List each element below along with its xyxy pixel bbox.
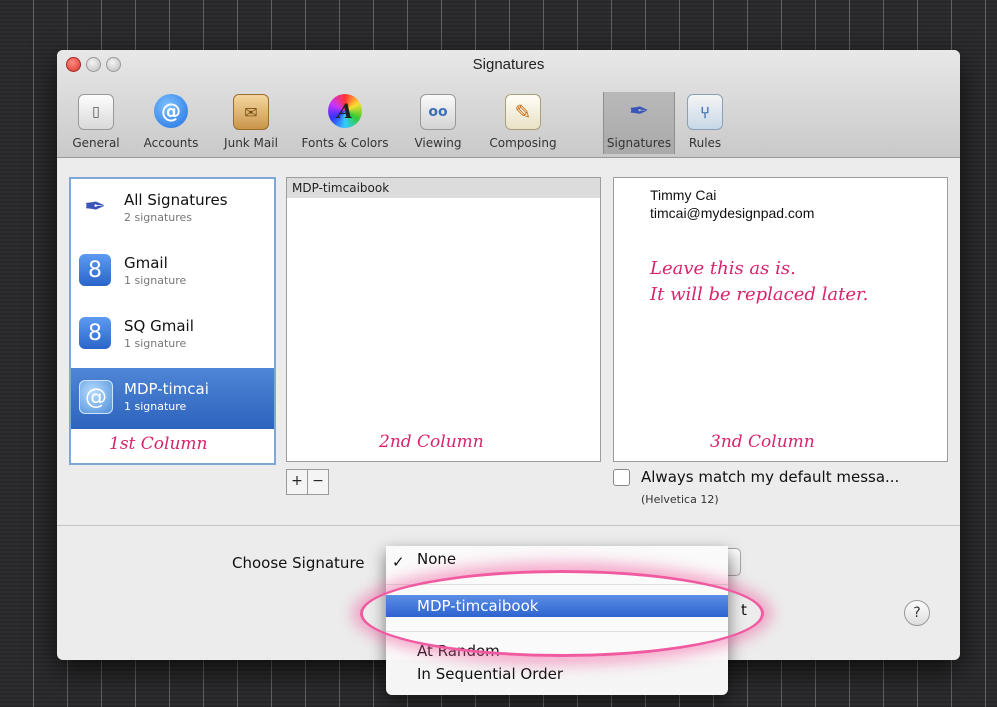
accounts-list[interactable]: ✒ All Signatures 2 signatures 8 Gmail 1 … bbox=[69, 177, 276, 465]
account-count: 1 signature bbox=[124, 274, 187, 287]
pencil-icon: ✎ bbox=[505, 94, 541, 130]
account-count: 2 signatures bbox=[124, 211, 193, 224]
account-name: MDP-timcai bbox=[124, 380, 209, 398]
window-title: Signatures bbox=[472, 56, 545, 73]
annotation-col3: 3nd Column bbox=[710, 432, 815, 452]
account-count: 1 signature bbox=[124, 400, 187, 413]
menu-item-none[interactable]: None bbox=[386, 548, 728, 570]
general-switch-icon: ▯ bbox=[78, 94, 114, 130]
list-item-mdp-timcai[interactable]: @ MDP-timcai 1 signature bbox=[71, 368, 274, 429]
at-sign-icon: @ bbox=[154, 94, 188, 128]
signatures-list[interactable]: MDP-timcaibook 2nd Column bbox=[286, 177, 601, 462]
preview-email: timcai@mydesignpad.com bbox=[650, 205, 815, 221]
help-button[interactable]: ? bbox=[904, 600, 930, 626]
toolbar: Signatures ▯ General @ Accounts ✉ Junk M… bbox=[57, 50, 960, 158]
choose-signature-label: Choose Signature bbox=[232, 554, 365, 572]
google-g-icon: 8 bbox=[79, 317, 111, 349]
divider bbox=[57, 525, 960, 526]
checkmark-icon: ✓ bbox=[392, 553, 405, 571]
tab-general[interactable]: ▯ General bbox=[63, 92, 129, 154]
account-name: Gmail bbox=[124, 254, 168, 272]
tab-rules[interactable]: ⑂ Rules bbox=[677, 92, 733, 154]
tab-composing[interactable]: ✎ Composing bbox=[477, 92, 569, 154]
tab-fonts-colors-label: Fonts & Colors bbox=[301, 136, 389, 150]
tab-composing-label: Composing bbox=[489, 136, 557, 150]
tab-signatures[interactable]: ✒ Signatures bbox=[603, 92, 675, 154]
tab-viewing-label: Viewing bbox=[414, 136, 462, 150]
list-item-gmail[interactable]: 8 Gmail 1 signature bbox=[71, 242, 274, 303]
account-count: 1 signature bbox=[124, 337, 187, 350]
always-match-label: Always match my default messa... bbox=[641, 468, 900, 486]
tab-signatures-label: Signatures bbox=[606, 136, 672, 150]
annotation-col1: 1st Column bbox=[109, 434, 208, 454]
fonts-colors-icon: A bbox=[328, 94, 362, 128]
signature-preview[interactable]: Timmy Cai timcai@mydesignpad.com Leave t… bbox=[613, 177, 948, 462]
remove-signature-button[interactable]: − bbox=[307, 469, 329, 495]
signature-pen-icon: ✒ bbox=[628, 97, 650, 125]
tab-general-label: General bbox=[72, 136, 120, 150]
tab-rules-label: Rules bbox=[688, 136, 722, 150]
tab-viewing[interactable]: oo Viewing bbox=[401, 92, 475, 154]
at-sign-icon: @ bbox=[79, 380, 113, 414]
tab-junk-mail-label: Junk Mail bbox=[224, 136, 278, 150]
junk-bag-icon: ✉ bbox=[233, 94, 269, 130]
signature-pen-icon: ✒ bbox=[84, 192, 106, 222]
preview-note-line1: Leave this as is. bbox=[650, 258, 796, 279]
preview-name: Timmy Cai bbox=[650, 187, 717, 203]
annotation-col2: 2nd Column bbox=[379, 432, 484, 452]
tab-junk-mail[interactable]: ✉ Junk Mail bbox=[213, 92, 289, 154]
list-item-all-signatures[interactable]: ✒ All Signatures 2 signatures bbox=[71, 179, 274, 240]
viewing-icon: oo bbox=[420, 94, 456, 130]
google-g-icon: 8 bbox=[79, 254, 111, 286]
list-item-signature[interactable]: MDP-timcaibook bbox=[287, 178, 600, 198]
account-name: SQ Gmail bbox=[124, 317, 194, 335]
list-item-sq-gmail[interactable]: 8 SQ Gmail 1 signature bbox=[71, 305, 274, 366]
tab-accounts-label: Accounts bbox=[143, 136, 199, 150]
menu-item-sequential[interactable]: In Sequential Order bbox=[386, 663, 728, 685]
default-font-label: (Helvetica 12) bbox=[641, 493, 719, 506]
highlight-halo bbox=[360, 570, 764, 657]
tab-fonts-colors[interactable]: A Fonts & Colors bbox=[291, 92, 399, 154]
add-signature-button[interactable]: + bbox=[286, 469, 308, 495]
account-name: All Signatures bbox=[124, 191, 228, 209]
rules-icon: ⑂ bbox=[687, 94, 723, 130]
preview-note-line2: It will be replaced later. bbox=[650, 284, 869, 305]
always-match-checkbox[interactable] bbox=[613, 469, 630, 486]
tab-accounts[interactable]: @ Accounts bbox=[131, 92, 211, 154]
